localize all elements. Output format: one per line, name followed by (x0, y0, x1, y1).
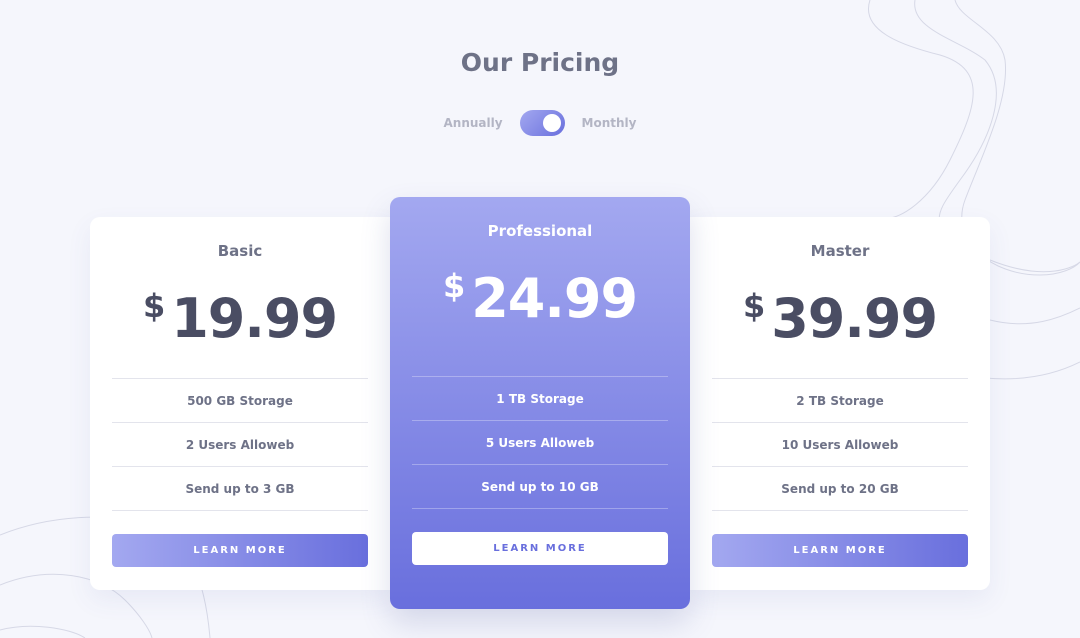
plan-price: $24.99 (390, 267, 690, 330)
toggle-knob (542, 114, 561, 132)
price-amount: 24.99 (471, 267, 638, 330)
plan-name: Professional (487, 222, 593, 240)
currency-symbol: $ (442, 267, 466, 305)
price-amount: 39.99 (771, 287, 938, 350)
feature-item: Send up to 3 GB (112, 467, 368, 511)
plan-price: $39.99 (690, 287, 990, 350)
billing-toggle-row: Annually Monthly (0, 110, 1080, 136)
feature-item: 1 TB Storage (412, 377, 668, 421)
feature-item: 500 GB Storage (112, 379, 368, 423)
monthly-label[interactable]: Monthly (582, 116, 637, 130)
learn-more-button-master[interactable]: LEARN MORE (712, 534, 968, 567)
price-amount: 19.99 (171, 287, 338, 350)
learn-more-button-professional[interactable]: LEARN MORE (412, 532, 668, 565)
learn-more-button-basic[interactable]: LEARN MORE (112, 534, 368, 567)
plan-card-master: Master $39.99 2 TB Storage 10 Users Allo… (690, 217, 990, 590)
plan-name: Basic (217, 242, 263, 260)
feature-item: 2 Users Alloweb (112, 423, 368, 467)
feature-list: 2 TB Storage 10 Users Alloweb Send up to… (712, 378, 968, 511)
feature-list: 1 TB Storage 5 Users Alloweb Send up to … (412, 376, 668, 509)
feature-item: 10 Users Alloweb (712, 423, 968, 467)
currency-symbol: $ (142, 287, 166, 325)
feature-item: Send up to 10 GB (412, 465, 668, 509)
currency-symbol: $ (742, 287, 766, 325)
page-title: Our Pricing (460, 48, 620, 77)
feature-list: 500 GB Storage 2 Users Alloweb Send up t… (112, 378, 368, 511)
plan-card-basic: Basic $19.99 500 GB Storage 2 Users Allo… (90, 217, 390, 590)
plan-price: $19.99 (90, 287, 390, 350)
feature-item: 2 TB Storage (712, 379, 968, 423)
feature-item: Send up to 20 GB (712, 467, 968, 511)
plan-card-professional: Professional $24.99 1 TB Storage 5 Users… (390, 197, 690, 609)
annually-label[interactable]: Annually (443, 116, 502, 130)
plan-name: Master (810, 242, 870, 260)
feature-item: 5 Users Alloweb (412, 421, 668, 465)
billing-period-toggle[interactable] (519, 110, 565, 136)
